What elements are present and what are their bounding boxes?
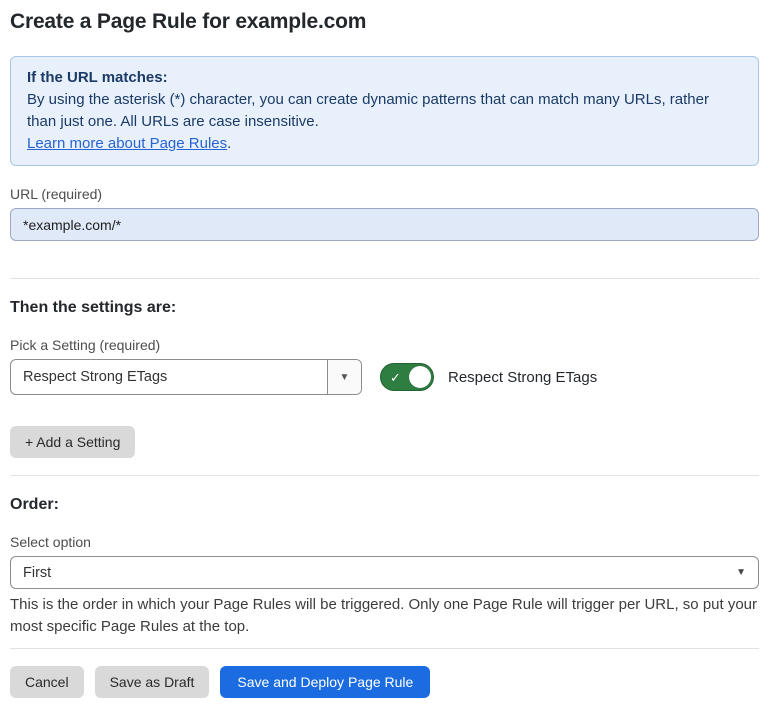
footer-buttons: Cancel Save as Draft Save and Deploy Pag…	[10, 666, 759, 698]
setting-select[interactable]: Respect Strong ETags ▼	[10, 359, 362, 395]
save-draft-button[interactable]: Save as Draft	[95, 666, 210, 698]
section-divider	[10, 278, 759, 279]
order-section-heading: Order:	[10, 496, 759, 514]
cancel-button[interactable]: Cancel	[10, 666, 84, 698]
order-select-label: Select option	[10, 534, 759, 550]
info-box-link-line: Learn more about Page Rules.	[27, 133, 742, 155]
setting-row: Respect Strong ETags ▼ ✓ Respect Strong …	[10, 359, 759, 395]
page-title: Create a Page Rule for example.com	[10, 10, 759, 34]
footer-divider	[10, 648, 759, 649]
url-input[interactable]	[10, 208, 759, 241]
url-match-info-box: If the URL matches: By using the asteris…	[10, 56, 759, 166]
learn-more-link[interactable]: Learn more about Page Rules	[27, 135, 227, 152]
settings-section-heading: Then the settings are:	[10, 299, 759, 317]
create-page-rule-form: Create a Page Rule for example.com If th…	[0, 0, 769, 714]
setting-toggle[interactable]: ✓	[380, 363, 434, 391]
add-setting-button[interactable]: + Add a Setting	[10, 426, 135, 458]
setting-select-value: Respect Strong ETags	[11, 369, 167, 385]
toggle-knob	[409, 366, 431, 388]
order-select-value: First	[23, 565, 51, 581]
check-icon: ✓	[390, 371, 401, 384]
info-box-heading: If the URL matches:	[27, 67, 742, 89]
toggle-label: Respect Strong ETags	[448, 369, 597, 386]
url-field-label: URL (required)	[10, 186, 759, 202]
info-box-body: By using the asterisk (*) character, you…	[27, 89, 742, 133]
chevron-down-icon[interactable]: ▼	[327, 360, 361, 394]
order-select[interactable]: First ▼	[10, 556, 759, 589]
setting-picker-label: Pick a Setting (required)	[10, 337, 759, 353]
section-divider	[10, 475, 759, 476]
order-help-text: This is the order in which your Page Rul…	[10, 594, 759, 638]
save-deploy-button[interactable]: Save and Deploy Page Rule	[220, 666, 430, 698]
link-period: .	[227, 135, 231, 152]
chevron-down-icon: ▼	[736, 567, 746, 578]
